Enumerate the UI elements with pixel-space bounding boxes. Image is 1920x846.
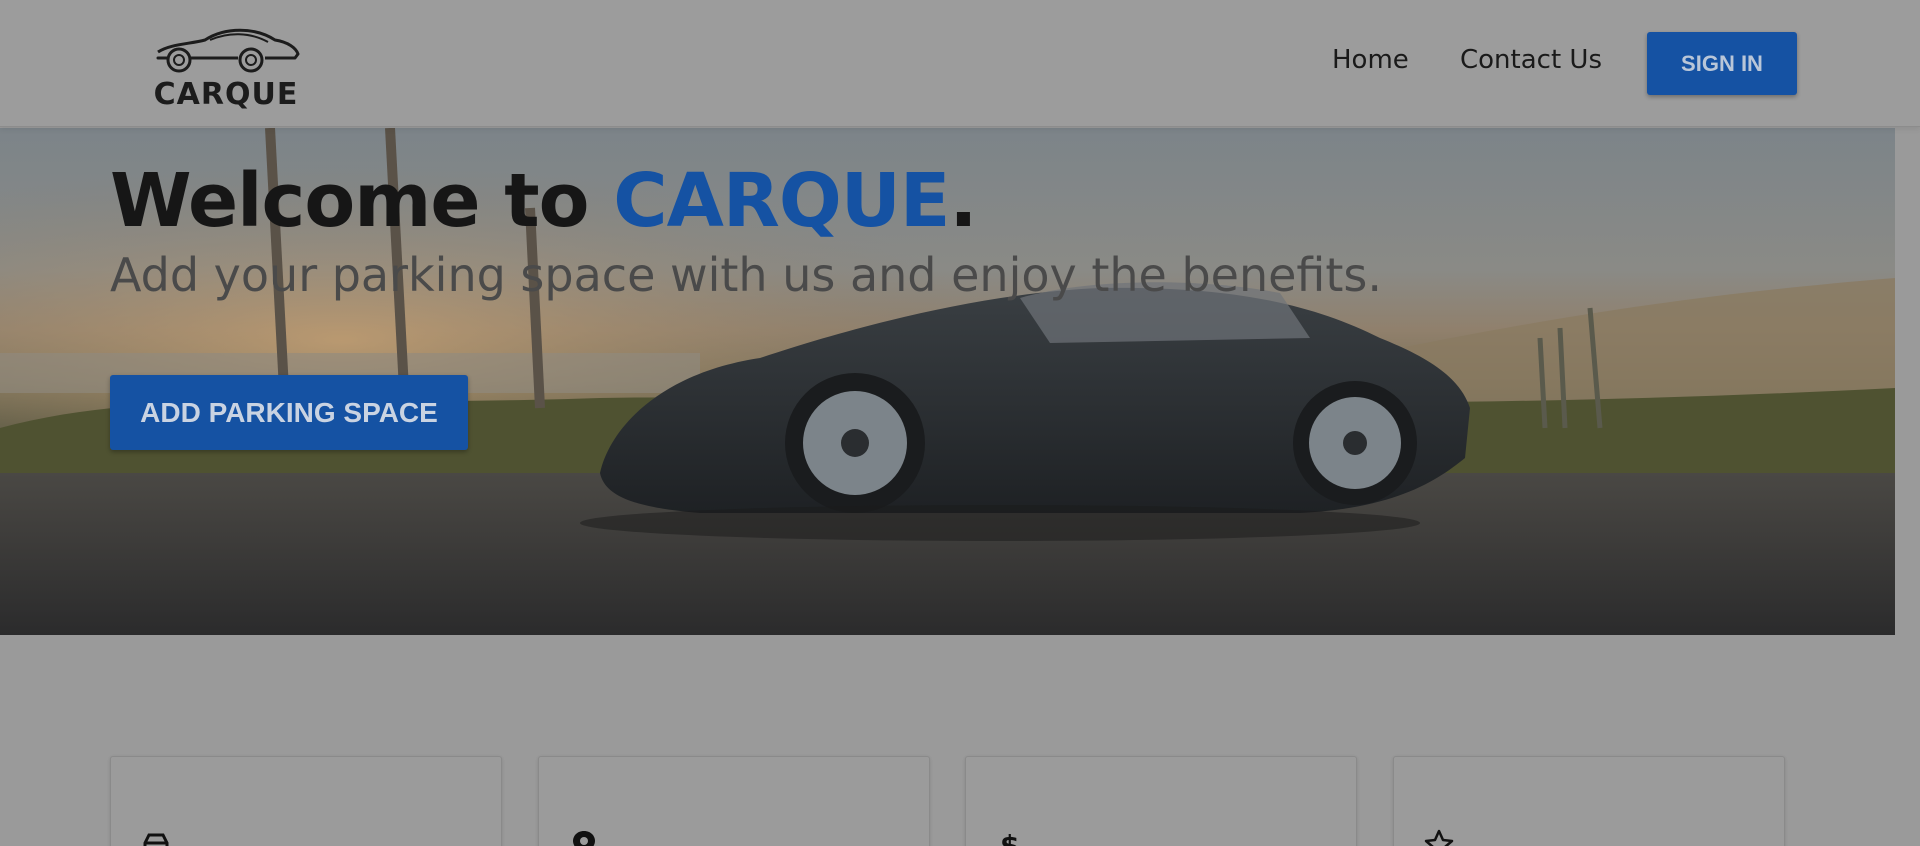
feature-card-car [110, 756, 502, 846]
nav-home-link[interactable]: Home [1332, 45, 1409, 75]
hero-banner: Welcome to CARQUE. Add your parking spac… [0, 128, 1895, 635]
sign-in-button[interactable]: SIGN IN [1647, 32, 1797, 95]
dollar-icon: $ [1000, 829, 1019, 846]
feature-card-rating [1393, 756, 1785, 846]
site-header: CARQUE Home Contact Us SIGN IN [0, 0, 1920, 127]
hero-subtitle: Add your parking space with us and enjoy… [110, 248, 1383, 302]
feature-card-location [538, 756, 930, 846]
nav-contact-link[interactable]: Contact Us [1460, 45, 1602, 75]
carque-logo[interactable]: CARQUE [145, 22, 305, 112]
feature-card-price: $ [965, 756, 1357, 846]
car-icon [143, 833, 169, 846]
add-parking-space-button[interactable]: ADD PARKING SPACE [110, 375, 468, 450]
hero-title: Welcome to CARQUE. [110, 158, 978, 244]
hero-title-brand: CARQUE [613, 158, 950, 244]
car-logo-icon [156, 28, 300, 73]
map-pin-icon [573, 831, 595, 846]
hero-title-suffix: . [949, 158, 977, 244]
logo-wordmark: CARQUE [153, 77, 299, 112]
hero-title-prefix: Welcome to [110, 158, 614, 244]
star-icon [1424, 829, 1454, 846]
svg-text:$: $ [1000, 829, 1019, 846]
